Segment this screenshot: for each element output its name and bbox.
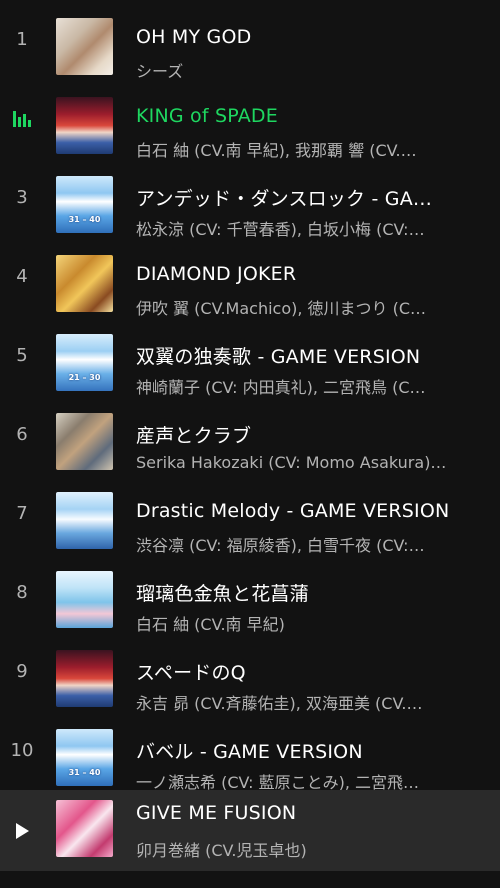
track-number: 1 (16, 29, 28, 50)
album-cover: 31 – 40 (56, 729, 113, 786)
track-title: 瑠璃色金魚と花菖蒲 (136, 583, 309, 605)
track-row[interactable]: 9 スペードのQ 永吉 昴 (CV.斉藤佑圭), 双海亜美 (CV.… (0, 632, 500, 713)
track-title: KING of SPADE (136, 105, 278, 127)
track-row-playing[interactable]: KING of SPADE 白石 紬 (CV.南 早紀), 我那覇 響 (CV.… (0, 79, 500, 160)
play-icon[interactable] (0, 790, 44, 871)
track-row[interactable]: 6 産声とクラブ Serika Hakozaki (CV: Momo Asaku… (0, 395, 500, 474)
track-row[interactable]: 8 瑠璃色金魚と花菖蒲 白石 紬 (CV.南 早紀) (0, 553, 500, 634)
album-cover (56, 800, 113, 857)
album-cover: 21 – 30 (56, 334, 113, 391)
track-title: アンデッド・ダンスロック - GA… (136, 188, 433, 210)
equalizer-icon (0, 79, 44, 158)
track-title: バベル - GAME VERSION (136, 741, 363, 763)
track-title: 双翼の独奏歌 - GAME VERSION (136, 346, 421, 368)
track-row-hovered[interactable]: GIVE ME FUSION 卯月巻緒 (CV.児玉卓也) (0, 790, 500, 871)
track-row[interactable]: 3 31 – 40 アンデッド・ダンスロック - GA… 松永涼 (CV: 千菅… (0, 158, 500, 239)
track-row[interactable]: 1 OH MY GOD シーズ (0, 0, 500, 81)
album-cover (56, 97, 113, 154)
album-cover (56, 413, 113, 470)
cover-label: 21 – 30 (68, 373, 101, 382)
track-artist: Serika Hakozaki (CV: Momo Asakura)… (136, 453, 447, 472)
track-row[interactable]: 10 31 – 40 バベル - GAME VERSION 一ノ瀬志希 (CV:… (0, 711, 500, 792)
track-row[interactable]: 7 Drastic Melody - GAME VERSION 渋谷凛 (CV:… (0, 474, 500, 555)
album-cover: 31 – 40 (56, 176, 113, 233)
track-row[interactable]: 5 21 – 30 双翼の独奏歌 - GAME VERSION 神崎蘭子 (CV… (0, 316, 500, 397)
cover-label: 31 – 40 (68, 215, 101, 224)
album-cover (56, 571, 113, 628)
track-number: 9 (16, 661, 28, 682)
track-number: 8 (16, 582, 28, 603)
track-title: DIAMOND JOKER (136, 263, 297, 285)
track-title: Drastic Melody - GAME VERSION (136, 500, 450, 522)
track-title: GIVE ME FUSION (136, 802, 297, 824)
track-title: 産声とクラブ (136, 425, 252, 447)
track-number: 4 (16, 266, 28, 287)
album-cover (56, 18, 113, 75)
track-title: スペードのQ (136, 662, 246, 684)
track-artist: 卯月巻緒 (CV.児玉卓也) (136, 841, 307, 860)
track-row[interactable]: 4 DIAMOND JOKER 伊吹 翼 (CV.Machico), 徳川まつり… (0, 237, 500, 318)
track-number: 7 (16, 503, 28, 524)
track-list: 1 OH MY GOD シーズ KING of SPADE 白石 紬 (CV.南… (0, 0, 500, 871)
album-cover (56, 255, 113, 312)
track-number: 10 (10, 740, 34, 761)
album-cover (56, 492, 113, 549)
track-number: 3 (16, 187, 28, 208)
track-number: 6 (16, 424, 28, 445)
album-cover (56, 650, 113, 707)
cover-label: 31 – 40 (68, 768, 101, 777)
track-title: OH MY GOD (136, 26, 252, 48)
track-number: 5 (16, 345, 28, 366)
